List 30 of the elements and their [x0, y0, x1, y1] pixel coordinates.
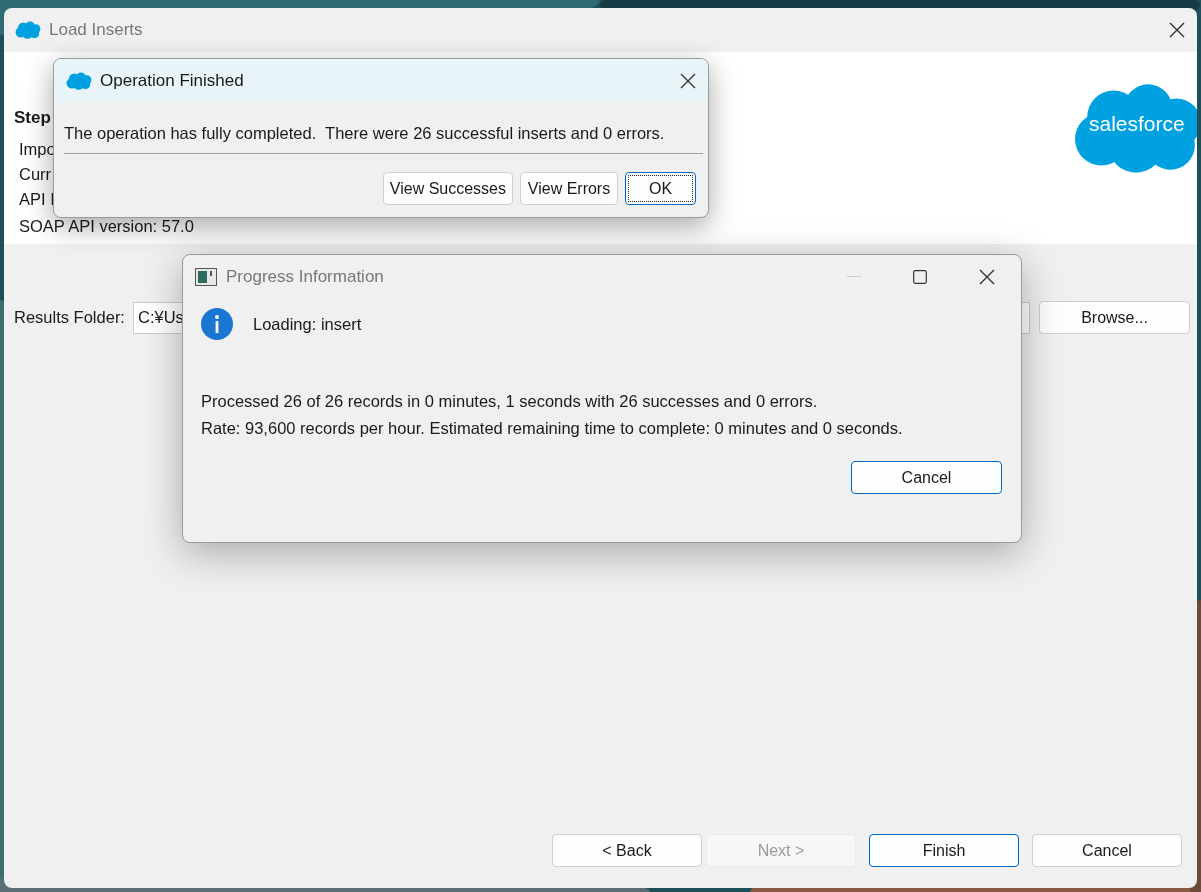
dialog-button[interactable]: OK	[625, 172, 696, 205]
info-text: SOAP API version: 57.0	[19, 216, 194, 237]
cloud-icon	[66, 71, 92, 90]
wizard-button[interactable]: Finish	[869, 834, 1019, 867]
progress-text: Rate: 93,600 records per hour. Estimated remaining time to complete: 0 minutes and 0 seconds.	[201, 419, 904, 438]
step-heading: Step	[14, 108, 52, 128]
wizard-button[interactable]: Cancel	[1032, 834, 1182, 867]
cloud-icon	[15, 21, 41, 39]
dialog-button[interactable]: View Errors	[520, 172, 618, 205]
field-label: Results Folder:	[14, 308, 125, 327]
window-title: Load Inserts	[49, 20, 144, 40]
status-text: Loading: insert	[253, 314, 362, 334]
info-text: API I	[19, 189, 56, 210]
message-text: The operation has fully completed. There were 26 successful inserts and 0 errors.	[64, 124, 666, 143]
cancel-button[interactable]: Cancel	[851, 461, 1002, 494]
dialog-title: Operation Finished	[100, 70, 245, 91]
dialog-button[interactable]: View Successes	[382, 172, 513, 205]
wizard-button[interactable]: < Back	[552, 834, 702, 867]
info-icon	[201, 308, 233, 340]
dialog-title: Progress Information	[226, 266, 385, 287]
info-text: Curr	[19, 164, 53, 185]
browse-button[interactable]: Browse...	[1039, 301, 1190, 334]
close-icon[interactable]	[979, 268, 995, 285]
logo-text: salesforce	[1089, 112, 1185, 136]
logo-cloud-icon	[1073, 82, 1197, 174]
close-icon[interactable]	[680, 72, 696, 89]
progress-text: Processed 26 of 26 records in 0 minutes, 1 seconds with 26 successes and 0 errors.	[201, 392, 819, 411]
window-icon	[195, 267, 217, 286]
maximize-icon[interactable]	[913, 269, 927, 284]
close-icon[interactable]	[1169, 22, 1185, 38]
